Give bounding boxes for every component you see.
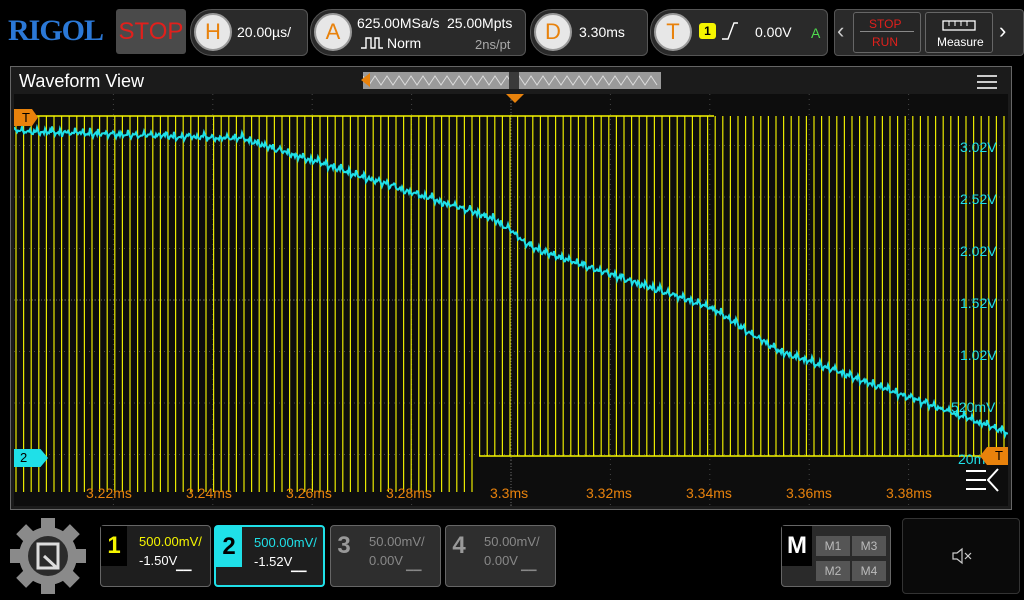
- x-time-label: 3.24ms: [186, 485, 232, 501]
- acquire-mode-icon: [361, 36, 383, 50]
- channel-4-box[interactable]: 4 50.00mV/ 0.00V ▔▔: [445, 525, 556, 587]
- channel-3-number: 3: [331, 526, 357, 566]
- x-time-label: 3.36ms: [786, 485, 832, 501]
- channel-1-scale: 500.00mV/: [139, 534, 202, 549]
- run-label: RUN: [872, 35, 898, 49]
- math-m1-button[interactable]: M1: [816, 536, 850, 556]
- channel-3-box[interactable]: 3 50.00mV/ 0.00V ▔▔: [330, 525, 441, 587]
- x-time-label: 3.26ms: [286, 485, 332, 501]
- resolution: 2ns/pt: [475, 37, 510, 52]
- trigger-level: 0.00V: [755, 24, 792, 40]
- right-control-group: ‹ STOP RUN Measure ›: [834, 9, 1024, 56]
- hamburger-menu-icon[interactable]: [977, 75, 997, 89]
- x-time-label: 3.32ms: [586, 485, 632, 501]
- trigger-key-icon: T: [654, 13, 692, 51]
- ruler-icon: [942, 18, 976, 32]
- math-m3-button[interactable]: M3: [852, 536, 886, 556]
- acquire-mode: Norm: [387, 35, 421, 51]
- rising-edge-icon: [722, 22, 738, 40]
- audio-panel[interactable]: [902, 518, 1020, 594]
- stop-label: STOP: [869, 17, 901, 31]
- sample-rate: 625.00MSa/s: [357, 15, 440, 31]
- rigol-logo: RIGOL: [8, 14, 103, 48]
- trigger-button[interactable]: T 1 0.00V A: [650, 9, 828, 56]
- channel-2-number: 2: [216, 527, 242, 567]
- channel-1-offset: -1.50V: [139, 553, 177, 568]
- gear-logo-icon: [8, 518, 88, 594]
- horizontal-button[interactable]: H 20.00µs/: [190, 9, 308, 56]
- x-time-label: 3.3ms: [490, 485, 528, 501]
- math-m2-button[interactable]: M2: [816, 561, 850, 581]
- channel-2-box[interactable]: 2 500.00mV/ -1.52V ▔▔: [214, 525, 325, 587]
- dc-coupling-icon: ▔▔: [406, 571, 421, 582]
- channel-3-offset: 0.00V: [369, 553, 403, 568]
- overview-left-marker: [361, 73, 370, 87]
- y-scale-label: 2.52V: [960, 191, 997, 207]
- acquire-button[interactable]: A 625.00MSa/s 25.00Mpts Norm 2ns/pt: [310, 9, 526, 56]
- trigger-time-marker: [506, 94, 524, 103]
- memory-depth: 25.00Mpts: [447, 15, 512, 31]
- channel-4-number: 4: [446, 526, 472, 566]
- y-scale-label: 1.52V: [960, 295, 997, 311]
- run-state-indicator[interactable]: STOP: [116, 9, 186, 54]
- chevron-left-icon[interactable]: ‹: [837, 18, 844, 44]
- waveform-view-panel: Waveform View 3.02V 2.52V 2.02V 1.52V 1.…: [10, 66, 1012, 510]
- waveform-canvas: [14, 94, 1008, 506]
- delay-key-icon: D: [534, 13, 572, 51]
- delay-button[interactable]: D 3.30ms: [530, 9, 648, 56]
- math-m4-button[interactable]: M4: [852, 561, 886, 581]
- run-state-label: STOP: [119, 18, 184, 46]
- y-scale-label: 1.02V: [960, 347, 997, 363]
- memory-overview-wave: [363, 72, 661, 89]
- touch-menu-icon[interactable]: [964, 467, 1000, 495]
- channel-3-scale: 50.00mV/: [369, 534, 425, 549]
- home-logo-button[interactable]: [8, 518, 88, 594]
- horizontal-key-icon: H: [194, 13, 232, 51]
- channel-1-number: 1: [101, 526, 127, 566]
- waveform-display[interactable]: 3.02V 2.52V 2.02V 1.52V 1.02V 520mV 20mV…: [14, 94, 1008, 506]
- memory-overview-bar[interactable]: [363, 72, 661, 89]
- timebase-value: 20.00µs/: [237, 24, 291, 40]
- channel-4-offset: 0.00V: [484, 553, 518, 568]
- math-box[interactable]: M M1 M3 M2 M4: [781, 525, 891, 587]
- waveform-view-title: Waveform View: [19, 71, 144, 92]
- speaker-mute-icon: [951, 547, 973, 565]
- divider: [860, 31, 914, 32]
- chevron-right-icon[interactable]: ›: [999, 18, 1006, 44]
- stop-run-button[interactable]: STOP RUN: [853, 12, 921, 53]
- math-key: M: [782, 526, 812, 566]
- x-time-label: 3.38ms: [886, 485, 932, 501]
- measure-label: Measure: [937, 35, 984, 49]
- x-time-label: 3.22ms: [86, 485, 132, 501]
- y-scale-label: 2.02V: [960, 243, 997, 259]
- dc-coupling-icon: ▔▔: [176, 571, 191, 582]
- y-scale-label: 3.02V: [960, 139, 997, 155]
- top-status-bar: RIGOL STOP H 20.00µs/ A 625.00MSa/s 25.0…: [0, 0, 1024, 62]
- x-time-label: 3.28ms: [386, 485, 432, 501]
- acquire-key-icon: A: [314, 13, 352, 51]
- channel-1-box[interactable]: 1 500.00mV/ -1.50V ▔▔: [100, 525, 211, 587]
- dc-coupling-icon: ▔▔: [291, 572, 306, 583]
- dc-coupling-icon: ▔▔: [521, 571, 536, 582]
- x-time-label: 3.34ms: [686, 485, 732, 501]
- y-scale-label: 520mV: [951, 399, 995, 415]
- trigger-source-badge: 1: [699, 23, 716, 39]
- trigger-mode-letter: A: [811, 25, 820, 41]
- channel-2-scale: 500.00mV/: [254, 535, 317, 550]
- channel-2-offset: -1.52V: [254, 554, 292, 569]
- measure-button[interactable]: Measure: [925, 12, 993, 53]
- delay-value: 3.30ms: [579, 24, 625, 40]
- channel-4-scale: 50.00mV/: [484, 534, 540, 549]
